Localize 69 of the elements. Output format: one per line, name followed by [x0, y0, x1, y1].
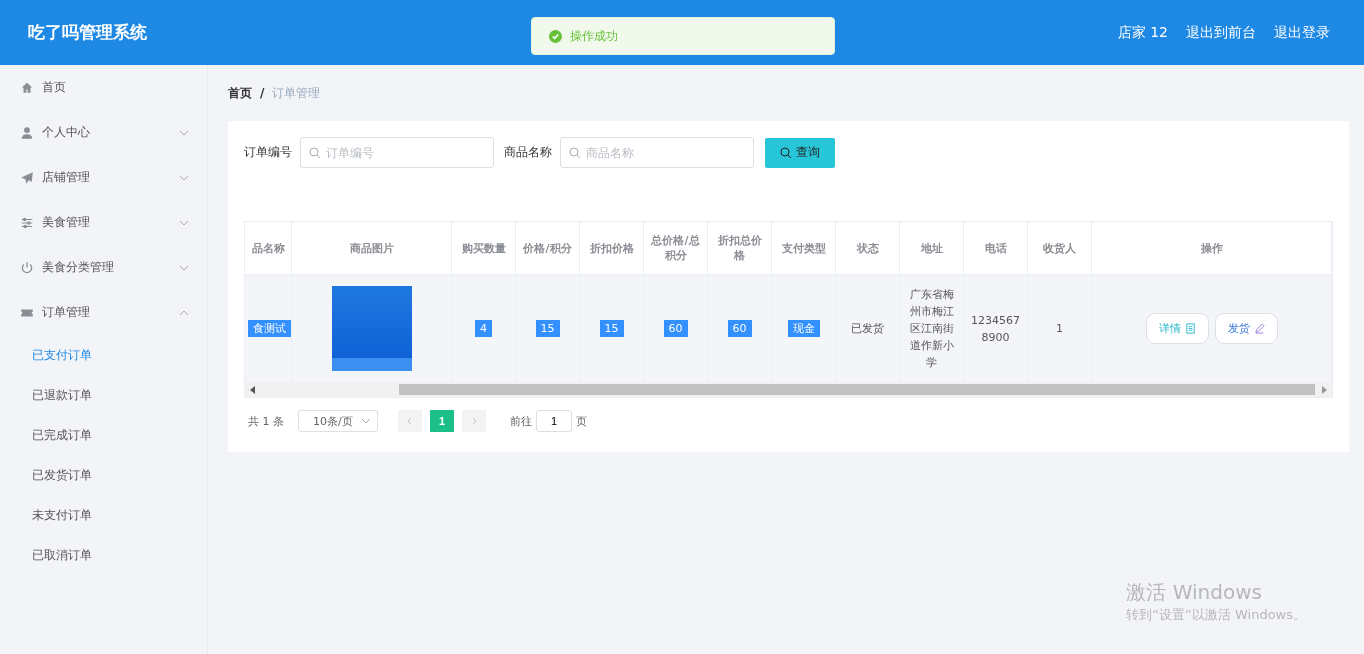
page-size-select[interactable]: 10条/页 — [298, 410, 378, 432]
sidebar-label: 个人中心 — [42, 124, 91, 141]
horizontal-scrollbar[interactable] — [245, 382, 1332, 397]
user-icon — [20, 125, 34, 140]
next-page-button[interactable] — [462, 410, 486, 432]
field-label: 订单编号 — [244, 144, 292, 161]
scroll-right-icon[interactable] — [1320, 385, 1328, 394]
table-cell-text: 12345678900 — [970, 312, 1021, 346]
goto-page-field[interactable]: 1 — [536, 410, 572, 432]
sidebar-label: 订单管理 — [42, 304, 91, 321]
table-cell: 15 — [535, 320, 560, 337]
table-cell: 食测试 — [248, 320, 291, 337]
page-suffix: 页 — [576, 413, 587, 429]
chevron-right-icon — [470, 417, 478, 425]
document-icon — [1184, 323, 1196, 334]
home-icon — [20, 80, 34, 95]
table-cell-text: 已发货 — [850, 321, 885, 337]
sidebar-subitem[interactable]: 未支付订单 — [0, 495, 207, 535]
check-circle-icon — [549, 29, 562, 43]
sidebar-label: 首页 — [42, 79, 67, 96]
sidebar-subitem[interactable]: 已发货订单 — [0, 455, 207, 495]
paper-plane-icon — [20, 170, 34, 185]
table-cell-text: 广东省梅州市梅江区江南街道作新小学 — [908, 287, 955, 371]
search-icon — [309, 147, 321, 159]
power-icon — [20, 260, 34, 275]
table-cell: 15 — [599, 320, 624, 337]
sidebar-subitem[interactable]: 已支付订单 — [0, 335, 207, 375]
sidebar-item[interactable]: 美食分类管理 — [0, 245, 207, 290]
search-field[interactable]: 订单编号 — [300, 137, 494, 168]
activation-title: 激活 Windows — [1126, 579, 1263, 606]
query-button[interactable]: 查询 — [765, 137, 835, 168]
sidebar-subitem[interactable]: 已完成订单 — [0, 415, 207, 455]
sidebar-label: 美食分类管理 — [42, 259, 115, 276]
table-cell: 60 — [727, 320, 752, 337]
sidebar-item[interactable]: 美食管理 — [0, 200, 207, 245]
goto-label: 前往 — [510, 413, 532, 429]
table-cell: 4 — [475, 320, 492, 337]
sidebar-item[interactable]: 订单管理 — [0, 290, 207, 335]
sidebar-subitem[interactable]: 已取消订单 — [0, 535, 207, 575]
sidebar-item[interactable]: 首页 — [0, 65, 207, 110]
breadcrumb-item[interactable]: 首页 — [228, 84, 252, 102]
app-title: 吃了吗管理系统 — [28, 21, 147, 44]
breadcrumb-separator: / — [260, 86, 265, 100]
total-count: 共 1 条 — [248, 413, 284, 429]
search-field[interactable]: 商品名称 — [560, 137, 754, 168]
breadcrumb-item: 订单管理 — [272, 84, 321, 102]
field-label: 商品名称 — [504, 144, 552, 161]
sliders-icon — [20, 215, 34, 230]
header-link[interactable]: 店家 12 — [1117, 23, 1168, 42]
chevron-left-icon — [406, 417, 414, 425]
table-cell-text: 1 — [1055, 321, 1064, 337]
activation-text: 转到“设置”以激活 Windows。 — [1126, 606, 1306, 624]
table-cell: 现金 — [787, 320, 820, 337]
scroll-left-icon[interactable] — [249, 385, 257, 394]
header-link[interactable]: 退出登录 — [1274, 23, 1330, 42]
search-icon — [780, 146, 792, 159]
sidebar-item[interactable]: 个人中心 — [0, 110, 207, 155]
sidebar-label: 美食管理 — [42, 214, 91, 231]
toast-text: 操作成功 — [570, 27, 618, 45]
prev-page-button[interactable] — [398, 410, 422, 432]
ship-button[interactable]: 发货 — [1214, 313, 1278, 344]
sidebar-subitem[interactable]: 已退款订单 — [0, 375, 207, 415]
chevron-icon — [361, 416, 371, 426]
pencil-icon — [1253, 323, 1265, 334]
header-link[interactable]: 退出到前台 — [1186, 23, 1256, 42]
sidebar-item[interactable]: 店铺管理 — [0, 155, 207, 200]
search-icon — [569, 147, 581, 159]
table-cell: 60 — [663, 320, 688, 337]
sidebar-label: 店铺管理 — [42, 169, 91, 186]
